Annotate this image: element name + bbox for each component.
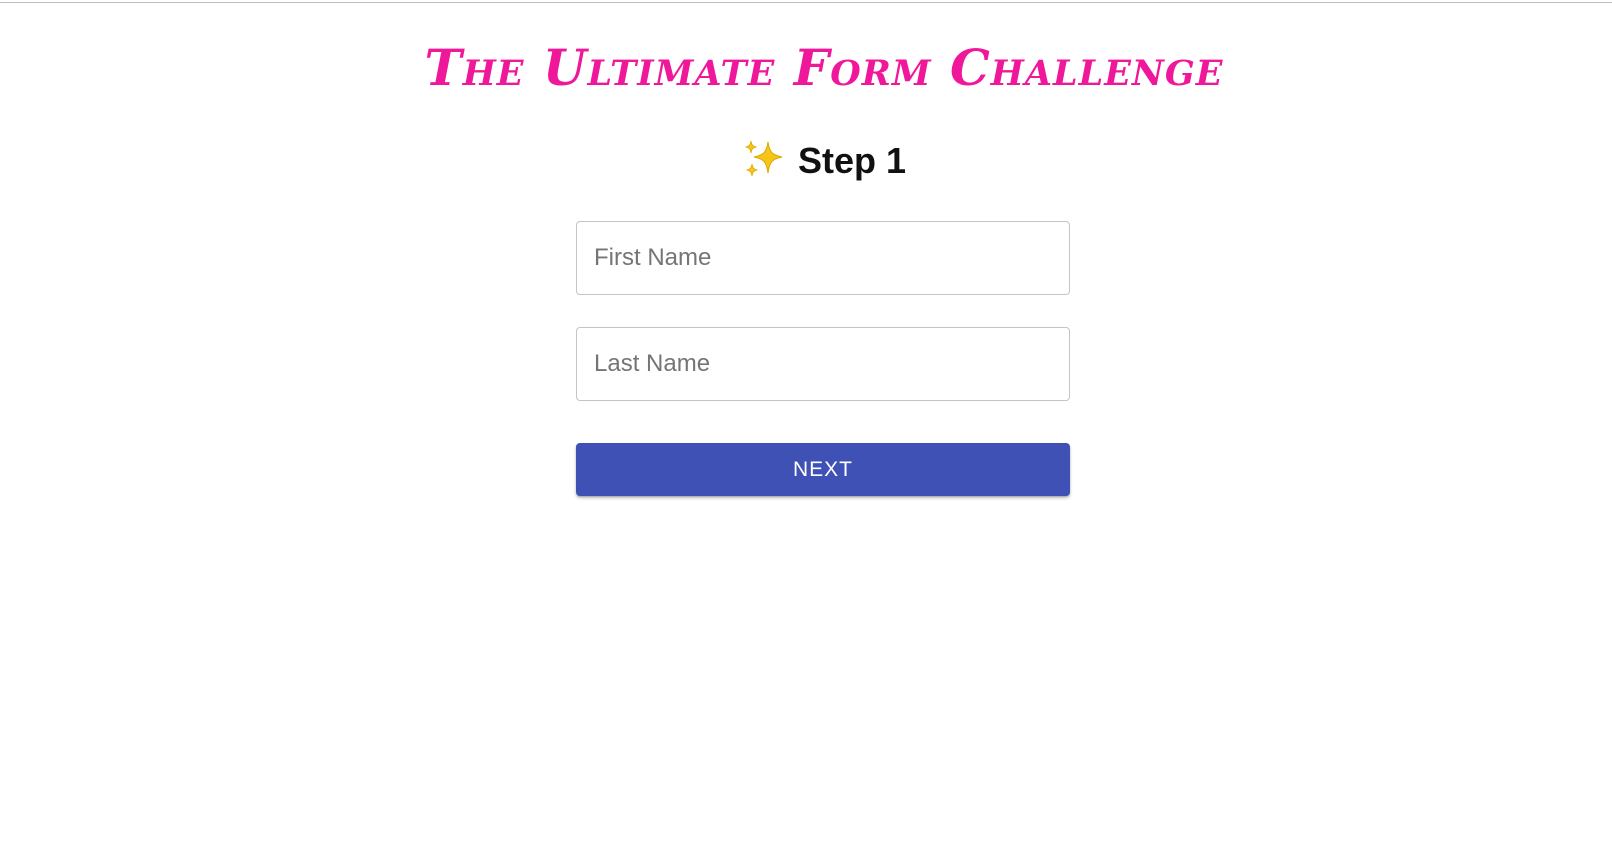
- page-title: The Ultimate Form Challenge: [424, 38, 1224, 97]
- next-button[interactable]: NEXT: [576, 443, 1070, 496]
- sparkles-icon: [742, 139, 788, 179]
- first-name-field[interactable]: [576, 221, 1070, 295]
- top-divider: [0, 2, 1612, 3]
- step-heading: Step 1: [0, 138, 1612, 184]
- last-name-field[interactable]: [576, 327, 1070, 401]
- step-label: Step 1: [797, 140, 907, 181]
- first-name-input[interactable]: [577, 222, 1069, 294]
- page: The Ultimate Form Challenge Step 1 NEXT: [0, 0, 1612, 859]
- last-name-input[interactable]: [577, 328, 1069, 400]
